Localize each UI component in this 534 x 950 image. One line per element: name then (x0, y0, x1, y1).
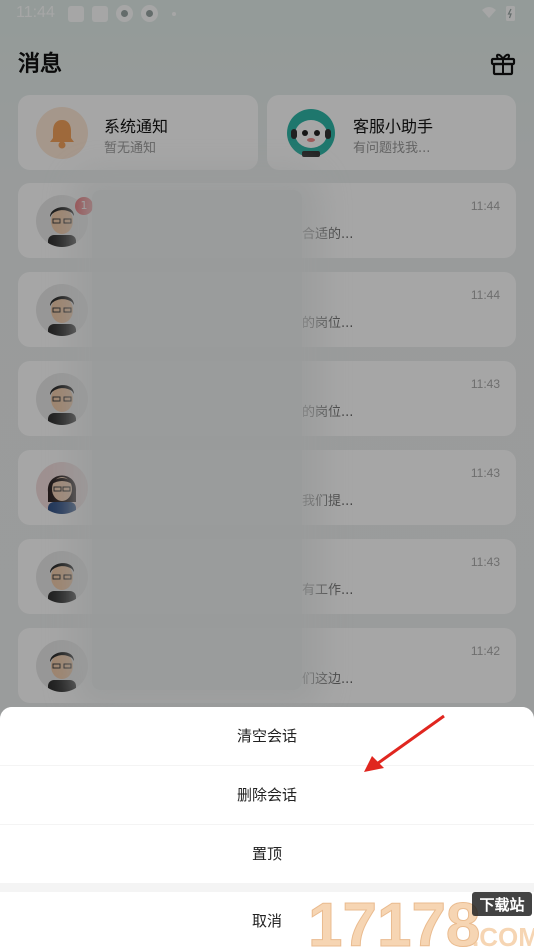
delete-conversation-button[interactable]: 删除会话 (0, 766, 534, 824)
site-watermark: 17178 下载站 .COM (308, 888, 534, 950)
watermark-number: 17178 (308, 891, 480, 950)
clear-conversation-button[interactable]: 清空会话 (0, 707, 534, 765)
annotation-arrow-icon (364, 714, 445, 772)
pin-conversation-button[interactable]: 置顶 (0, 825, 534, 883)
watermark-tag: 下载站 (479, 896, 524, 914)
watermark-domain: .COM (472, 922, 534, 950)
